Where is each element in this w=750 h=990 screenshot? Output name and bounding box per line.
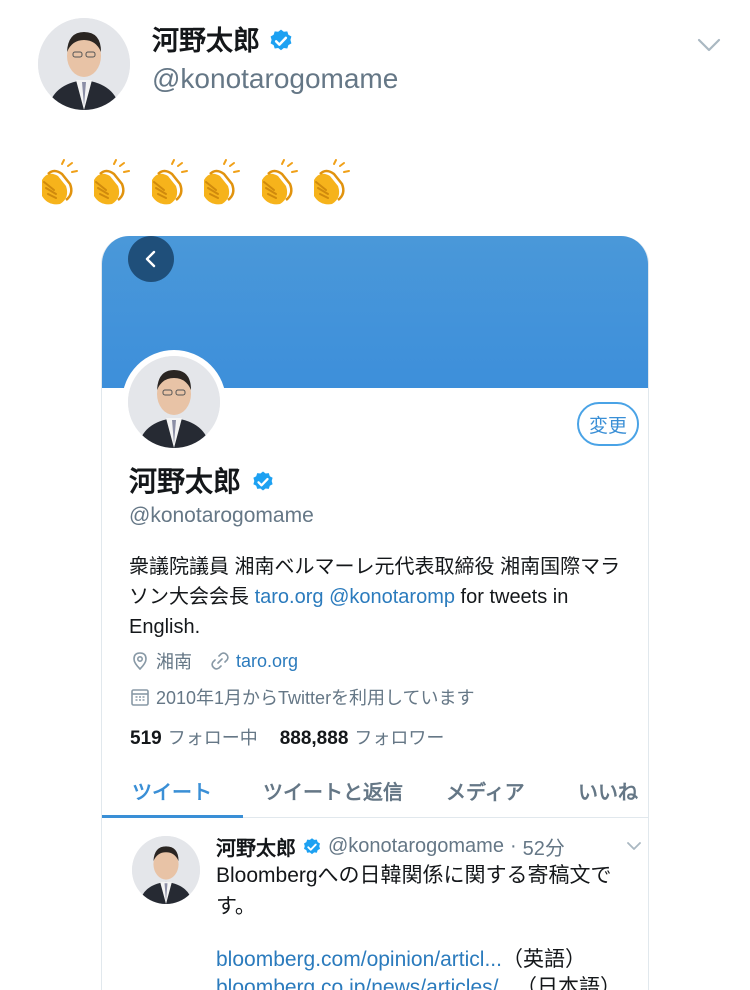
active-tab-indicator <box>102 815 243 818</box>
tweet-link-japanese[interactable]: bloomberg.co.jp/news/articles/... <box>216 976 516 990</box>
author-name[interactable]: 河野太郎 <box>152 24 260 58</box>
tweet-text-line: す。 <box>216 895 256 918</box>
attached-image[interactable]: 変更 河野太郎 @konotarogomame 衆議院議員 湘南ベルマーレ元代表… <box>101 236 649 990</box>
bio-line: English. <box>129 616 201 638</box>
tweet-link-note: （英語） <box>501 948 586 971</box>
bio-link-website[interactable]: taro.org <box>255 586 324 608</box>
profile-avatar-frame <box>122 350 226 454</box>
tweet-text <box>32 158 356 210</box>
tweet-link-note: （日本語） <box>515 976 621 990</box>
clapping-hands-icon <box>32 158 84 210</box>
verified-badge-icon <box>302 837 322 857</box>
tweet-timestamp[interactable]: 52分 <box>523 832 565 861</box>
profile-name: 河野太郎 <box>129 466 242 497</box>
profile-joined: 2010年1月からTwitterを利用しています <box>156 688 475 708</box>
tweet-body: Bloombergへの日韓関係に関する寄稿文で す。 <box>216 860 616 922</box>
verified-badge-icon <box>251 470 275 494</box>
link-icon <box>210 651 230 671</box>
avatar-photo <box>38 18 130 110</box>
bio-text: ソン大会会長 <box>129 586 255 608</box>
profile-location: 湘南 <box>156 652 192 672</box>
tweet-avatar[interactable] <box>132 836 200 904</box>
profile-bio: 衆議院議員 湘南ベルマーレ元代表取締役 湘南国際マラ ソン大会会長 taro.o… <box>129 552 639 642</box>
profile-handle: @konotarogomame <box>129 504 314 527</box>
location-pin-icon <box>130 651 150 671</box>
profile-website-link[interactable]: taro.org <box>236 651 298 672</box>
edit-profile-button[interactable]: 変更 <box>577 402 639 446</box>
calendar-icon <box>130 687 150 707</box>
tab-likes[interactable]: いいね <box>578 776 638 805</box>
author-avatar[interactable] <box>38 18 130 110</box>
follow-counts: 519 フォロー中 888,888 フォロワー <box>130 724 444 750</box>
followers-count[interactable]: 888,888 <box>280 728 349 750</box>
chevron-down-icon[interactable] <box>624 836 644 856</box>
author-name-row[interactable]: 河野太郎 <box>152 24 294 58</box>
bio-text: for tweets in <box>454 586 569 608</box>
profile-joined-row: 2010年1月からTwitterを利用しています <box>130 684 475 710</box>
clapping-hands-icon <box>194 158 246 210</box>
following-label[interactable]: フォロー中 <box>168 724 258 750</box>
verified-badge-icon <box>268 28 294 54</box>
tab-tweets-and-replies[interactable]: ツイートと返信 <box>263 776 403 805</box>
bio-link-mention[interactable]: @konotaromp <box>329 586 455 608</box>
tweet-link-english[interactable]: bloomberg.com/opinion/articl... <box>216 948 502 971</box>
chevron-down-icon[interactable] <box>694 30 724 60</box>
profile-avatar[interactable] <box>128 356 220 448</box>
tweet-author-name[interactable]: 河野太郎 <box>216 832 296 861</box>
tweet-header: 河野太郎 @konotarogomame · 52分 <box>216 832 565 861</box>
tweet-text-line: Bloombergへの日韓関係に関する寄稿文で <box>216 864 612 887</box>
profile-name-row: 河野太郎 <box>129 464 275 500</box>
tweet-links: bloomberg.com/opinion/articl...（英語） bloo… <box>216 946 621 990</box>
clapping-hands-icon <box>252 158 304 210</box>
author-handle[interactable]: @konotarogomame <box>152 62 398 96</box>
tweet-author-handle[interactable]: @konotarogomame <box>328 835 504 858</box>
tab-tweets[interactable]: ツイート <box>132 776 212 805</box>
tab-media[interactable]: メディア <box>446 776 525 805</box>
avatar-photo <box>128 356 220 448</box>
following-count[interactable]: 519 <box>130 728 162 750</box>
back-button[interactable] <box>128 236 174 282</box>
clapping-hands-icon <box>84 158 136 210</box>
tweet-separator: · <box>509 835 517 857</box>
profile-tabs: ツイート ツイートと返信 メディア いいね <box>102 772 648 818</box>
bio-line: 衆議院議員 湘南ベルマーレ元代表取締役 湘南国際マラ <box>129 556 621 578</box>
avatar-photo <box>132 836 200 904</box>
clapping-hands-icon <box>142 158 194 210</box>
bio-line: ソン大会会長 taro.org @konotaromp for tweets i… <box>129 582 639 612</box>
followers-label[interactable]: フォロワー <box>354 724 444 750</box>
chevron-left-icon <box>145 250 156 268</box>
profile-meta: 湘南 taro.org <box>130 648 298 674</box>
clapping-hands-icon <box>304 158 356 210</box>
